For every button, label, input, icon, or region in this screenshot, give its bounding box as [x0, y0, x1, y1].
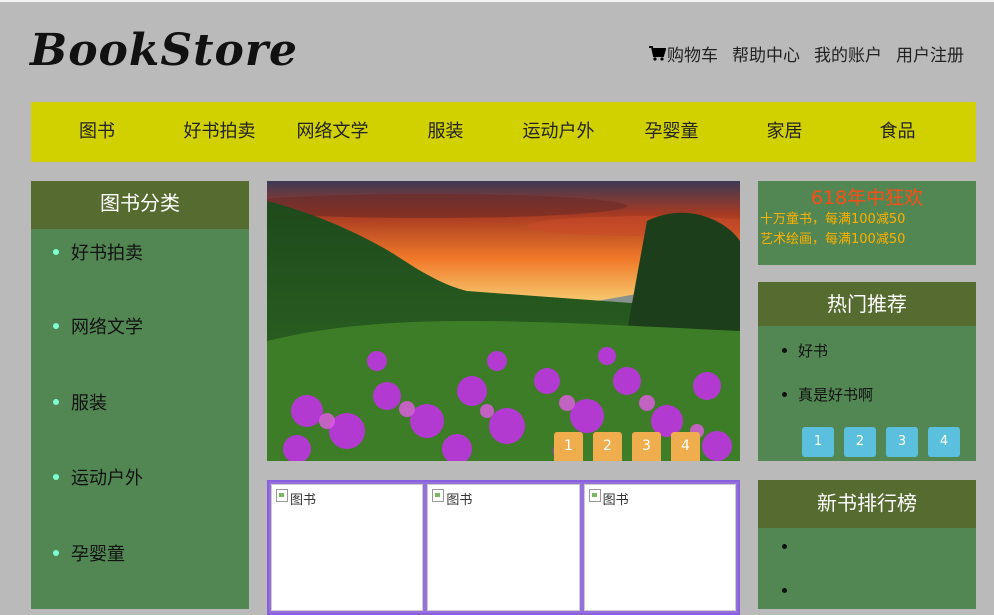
- bullet-icon: [782, 348, 787, 353]
- category-item-label: 孕婴童: [71, 544, 125, 565]
- bullet-icon: [53, 323, 59, 329]
- category-item-label: 运动户外: [71, 468, 143, 489]
- banner-dot-2[interactable]: 2: [593, 432, 622, 461]
- broken-image-icon: [588, 489, 601, 502]
- hot-item-label: 真是好书啊: [798, 386, 874, 404]
- page-button-1[interactable]: 1: [802, 427, 834, 457]
- banner-dot-4[interactable]: 4: [671, 432, 700, 461]
- book-card[interactable]: 图书: [583, 484, 736, 611]
- book-image-alt: 图书: [446, 493, 473, 508]
- nav-item-clothing[interactable]: 服装: [389, 102, 502, 162]
- main-nav: 图书 好书拍卖 网络文学 服装 运动户外 孕婴童 家居 食品: [31, 102, 976, 162]
- nav-item-books[interactable]: 图书: [31, 102, 163, 162]
- top-links: 购物车 帮助中心 我的账户 用户注册: [648, 40, 964, 66]
- bullet-icon: [53, 399, 59, 405]
- bullet-icon: [53, 249, 59, 255]
- bullet-icon: [782, 392, 787, 397]
- hot-item[interactable]: 好书: [782, 340, 828, 361]
- category-item-outdoor[interactable]: 运动户外: [53, 464, 143, 490]
- bullet-icon: [53, 474, 59, 480]
- bullet-icon: [782, 588, 787, 593]
- hot-item-label: 好书: [798, 342, 829, 360]
- nav-item-food[interactable]: 食品: [841, 102, 954, 162]
- category-item-baby[interactable]: 孕婴童: [53, 540, 125, 566]
- page-button-3[interactable]: 3: [886, 427, 918, 457]
- page-button-2[interactable]: 2: [844, 427, 876, 457]
- nav-item-web-literature[interactable]: 网络文学: [276, 102, 389, 162]
- my-account-link[interactable]: 我的账户: [814, 41, 882, 66]
- cart-icon: [649, 46, 666, 61]
- promo-panel: 618年中狂欢 十万童书，每满100减50 艺术绘画，每满100减50: [758, 181, 976, 265]
- promo-line[interactable]: 艺术绘画，每满100减50: [760, 230, 976, 250]
- banner-carousel[interactable]: 1 2 3 4: [267, 181, 740, 461]
- book-image-alt: 图书: [602, 493, 629, 508]
- book-card[interactable]: 图书: [271, 484, 424, 611]
- hot-recommend-panel: 热门推荐 好书 真是好书啊 1 2 3 4: [758, 282, 976, 461]
- promo-line[interactable]: 十万童书，每满100减50: [760, 210, 976, 230]
- promo-title[interactable]: 618年中狂欢: [758, 183, 976, 210]
- rank-item[interactable]: [782, 588, 798, 593]
- nav-item-outdoor[interactable]: 运动户外: [502, 102, 615, 162]
- register-link[interactable]: 用户注册: [896, 41, 964, 66]
- category-panel-title: 图书分类: [31, 181, 249, 229]
- rank-item[interactable]: [782, 544, 798, 549]
- banner-pagination: 1 2 3 4: [554, 432, 700, 461]
- banner-dot-1[interactable]: 1: [554, 432, 583, 461]
- category-panel: 图书分类 好书拍卖 网络文学 服装 运动户外 孕婴童: [31, 181, 249, 609]
- logo[interactable]: BookStore: [30, 22, 297, 80]
- banner-dot-3[interactable]: 3: [632, 432, 661, 461]
- category-item-clothing[interactable]: 服装: [53, 389, 107, 415]
- hot-item[interactable]: 真是好书啊: [782, 384, 873, 405]
- bullet-icon: [53, 550, 59, 556]
- banner-landscape-image: [267, 181, 740, 461]
- nav-item-baby[interactable]: 孕婴童: [615, 102, 728, 162]
- new-book-ranking-panel: 新书排行榜: [758, 480, 976, 609]
- category-item-label: 服装: [71, 393, 107, 414]
- cart-link[interactable]: 购物车: [648, 41, 718, 66]
- help-center-link[interactable]: 帮助中心: [732, 41, 800, 66]
- cart-link-label: 购物车: [667, 45, 718, 66]
- category-item-label: 好书拍卖: [71, 243, 143, 264]
- top-border: [0, 0, 994, 2]
- category-item-label: 网络文学: [71, 317, 143, 338]
- broken-image-icon: [276, 489, 288, 502]
- nav-item-auction[interactable]: 好书拍卖: [163, 102, 276, 162]
- category-item-auction[interactable]: 好书拍卖: [53, 239, 143, 265]
- category-item-web-literature[interactable]: 网络文学: [53, 313, 143, 339]
- broken-image-icon: [432, 489, 445, 502]
- hot-recommend-title: 热门推荐: [758, 282, 976, 326]
- new-book-ranking-title: 新书排行榜: [758, 480, 976, 528]
- book-card[interactable]: 图书: [427, 484, 580, 611]
- nav-item-home[interactable]: 家居: [728, 102, 841, 162]
- book-grid: 图书 图书 图书: [267, 480, 740, 615]
- book-image-alt: 图书: [290, 493, 317, 508]
- page-button-4[interactable]: 4: [928, 427, 960, 457]
- bullet-icon: [782, 544, 787, 549]
- hot-pagination: 1 2 3 4: [802, 427, 960, 457]
